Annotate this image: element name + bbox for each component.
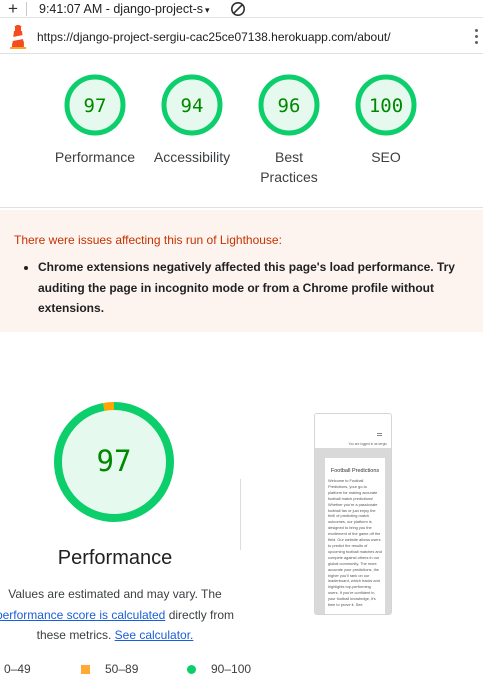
scores-divider <box>0 207 483 208</box>
see-calculator-link[interactable]: See calculator. <box>115 628 194 642</box>
average-square-icon <box>81 664 90 674</box>
best-practices-label-line2: Practices <box>260 169 318 185</box>
best-practices-label-line1: Best <box>274 149 303 165</box>
vertical-separator <box>240 479 241 550</box>
thumbnail-login-text: You are logged in as sergiu <box>348 442 387 446</box>
best-practices-score-ring: 96 <box>258 74 320 136</box>
legend-fail-range: 0–49 <box>4 662 31 674</box>
legend-average: 50–89 <box>81 662 138 674</box>
performance-score-ring: 97 <box>64 74 126 136</box>
performance-score-gauge[interactable]: 97 Performance <box>45 73 145 167</box>
page-url-link[interactable]: https://django-project-sergiu-cac25ce071… <box>37 30 391 44</box>
legend-pass-range: 90–100 <box>211 662 252 674</box>
score-legend: 0–49 50–89 90–100 <box>0 662 483 674</box>
best-practices-label: Best Practices <box>239 147 339 187</box>
accessibility-label: Accessibility <box>153 149 231 165</box>
score-calculation-link[interactable]: performance score is calculated <box>0 608 165 622</box>
warnings-title: There were issues affecting this run of … <box>14 233 282 247</box>
accessibility-score-gauge[interactable]: 94 Accessibility <box>142 73 242 167</box>
accessibility-score-ring: 94 <box>161 74 223 136</box>
report-title-text: 9:41:07 AM - django-project-s <box>39 1 203 16</box>
seo-score-gauge[interactable]: 100 SEO <box>336 73 436 167</box>
url-bar: https://django-project-sergiu-cac25ce071… <box>0 22 483 52</box>
seo-label: SEO <box>371 149 401 165</box>
url-divider <box>0 53 483 54</box>
more-options-icon[interactable] <box>473 26 479 48</box>
top-strip-separator <box>26 1 27 16</box>
run-warnings-box: There were issues affecting this run of … <box>0 210 483 332</box>
seo-score-ring: 100 <box>355 74 417 136</box>
thumbnail-paragraph: Welcome to Football Predictions, your go… <box>328 478 382 608</box>
description-text-1: Values are estimated and may vary. The <box>8 587 222 601</box>
lighthouse-logo-icon <box>10 25 26 49</box>
best-practices-score-value: 96 <box>278 95 301 117</box>
best-practices-score-gauge[interactable]: 96 Best Practices <box>239 73 339 187</box>
thumbnail-body: Football Predictions Welcome to Football… <box>315 448 391 614</box>
thumbnail-header <box>315 414 391 440</box>
performance-description: Values are estimated and may vary. The p… <box>0 584 250 646</box>
warning-item: Chrome extensions negatively affected th… <box>38 257 468 319</box>
chevron-down-icon: ▾ <box>204 4 210 15</box>
thumbnail-heading: Football Predictions <box>330 468 380 474</box>
performance-big-gauge[interactable]: 97 <box>50 398 178 526</box>
thumbnail-card: Football Predictions Welcome to Football… <box>325 458 385 614</box>
legend-average-range: 50–89 <box>105 662 139 674</box>
report-title-dropdown[interactable]: 9:41:07 AM - django-project-s ▾ <box>39 2 210 16</box>
legend-fail: 0–49 <box>4 662 31 674</box>
performance-big-score: 97 <box>97 444 132 478</box>
browser-top-strip: + 9:41:07 AM - django-project-s ▾ <box>0 0 483 18</box>
legend-pass: 90–100 <box>187 662 251 674</box>
thumbnail-menu-icon <box>377 433 382 436</box>
accessibility-score-value: 94 <box>181 95 204 117</box>
pass-circle-icon <box>187 664 196 674</box>
performance-section-title: Performance <box>57 547 173 569</box>
warnings-list: Chrome extensions negatively affected th… <box>38 257 468 319</box>
performance-label: Performance <box>54 149 136 165</box>
new-tab-plus-icon[interactable]: + <box>0 0 26 18</box>
performance-score-value: 97 <box>84 95 107 117</box>
seo-score-value: 100 <box>369 95 403 117</box>
clear-blocked-icon[interactable] <box>230 1 246 17</box>
final-screenshot-thumbnail[interactable]: You are logged in as sergiu Football Pre… <box>314 413 392 615</box>
